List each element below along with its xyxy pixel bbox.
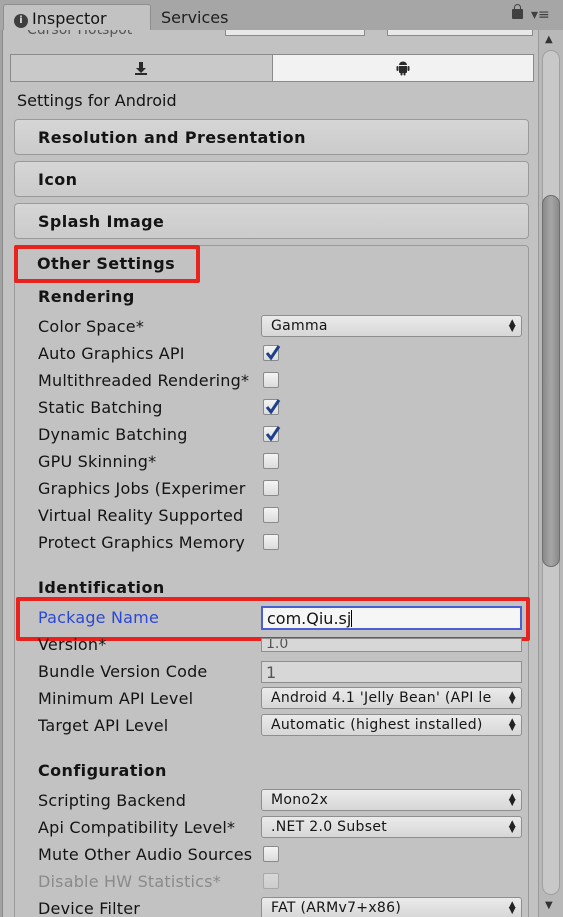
api-compatibility-level-value: .NET 2.0 Subset	[271, 819, 388, 835]
color-space-value: Gamma	[271, 318, 328, 334]
version-input[interactable]: 1.0	[261, 638, 522, 652]
api-compatibility-level-label: Api Compatibility Level*	[38, 818, 236, 837]
settings-for-label: Settings for Android	[17, 91, 177, 110]
color-space-label: Color Space*	[38, 317, 145, 336]
vr-supported-checkbox[interactable]	[263, 507, 279, 523]
version-value: 1.0	[266, 638, 289, 652]
target-api-level-dropdown[interactable]: Automatic (highest installed) ▲ ▼	[261, 714, 522, 736]
highlight-other-settings	[14, 245, 200, 283]
cursor-hotspot-y-field[interactable]	[387, 30, 533, 36]
info-icon: i	[14, 14, 28, 28]
vr-supported-label: Virtual Reality Supported	[38, 506, 244, 525]
foldout-icon[interactable]: Icon	[14, 161, 529, 197]
dropdown-arrows-icon: ▲ ▼	[508, 318, 516, 334]
mute-other-audio-checkbox[interactable]	[263, 846, 279, 862]
scrollbar-thumb[interactable]	[542, 195, 560, 567]
tab-inspector[interactable]: i Inspector	[3, 4, 151, 30]
tab-inspector-label: Inspector	[32, 9, 107, 28]
version-label: Version*	[38, 635, 107, 651]
window-menu-icon[interactable]: ▾≡	[531, 7, 550, 23]
configuration-heading: Configuration	[38, 761, 167, 780]
api-compatibility-level-dropdown[interactable]: .NET 2.0 Subset ▲ ▼	[261, 816, 522, 838]
mute-other-audio-label: Mute Other Audio Sources	[38, 845, 253, 864]
window-tab-bar: i Inspector Services ▾≡	[0, 0, 563, 30]
checkmark-icon	[265, 426, 281, 442]
minimum-api-level-label: Minimum API Level	[38, 689, 194, 708]
multithreaded-rendering-checkbox[interactable]	[263, 372, 279, 388]
dropdown-arrows-icon: ▲ ▼	[508, 819, 516, 835]
bundle-version-code-value: 1	[266, 663, 277, 682]
inspector-panel: Cursor Hotspot Settings for Android Reso…	[2, 30, 538, 917]
vertical-scrollbar[interactable]: ▲ ▼	[538, 30, 563, 917]
disable-hw-statistics-checkbox[interactable]	[263, 873, 279, 889]
foldout-resolution[interactable]: Resolution and Presentation	[14, 119, 529, 155]
cursor-hotspot-label: Cursor Hotspot	[27, 30, 133, 38]
dropdown-arrows-icon: ▲ ▼	[508, 690, 516, 706]
scripting-backend-dropdown[interactable]: Mono2x ▲ ▼	[261, 789, 522, 811]
bundle-version-code-input[interactable]: 1	[261, 661, 522, 683]
checkmark-icon	[265, 345, 281, 361]
bundle-version-code-label: Bundle Version Code	[38, 662, 208, 681]
color-space-dropdown[interactable]: Gamma ▲ ▼	[261, 315, 522, 337]
scroll-up-arrow-icon[interactable]: ▲	[545, 34, 553, 45]
auto-graphics-api-checkbox[interactable]	[263, 345, 281, 361]
disable-hw-statistics-label: Disable HW Statistics*	[38, 872, 221, 891]
foldout-splash-image[interactable]: Splash Image	[14, 203, 529, 239]
static-batching-checkbox[interactable]	[263, 399, 281, 415]
scripting-backend-label: Scripting Backend	[38, 791, 187, 810]
device-filter-label: Device Filter	[38, 899, 141, 917]
tab-standalone[interactable]	[11, 55, 273, 81]
platform-tabs	[10, 54, 534, 82]
static-batching-label: Static Batching	[38, 398, 163, 417]
auto-graphics-api-label: Auto Graphics API	[38, 344, 185, 363]
scroll-down-arrow-icon[interactable]: ▼	[545, 900, 553, 911]
gpu-skinning-label: GPU Skinning*	[38, 452, 157, 471]
dropdown-arrows-icon: ▲ ▼	[508, 900, 516, 916]
tab-services[interactable]: Services	[151, 4, 281, 30]
tab-services-label: Services	[161, 8, 229, 27]
minimum-api-level-value: Android 4.1 'Jelly Bean' (API le	[271, 690, 492, 706]
dynamic-batching-label: Dynamic Batching	[38, 425, 188, 444]
rendering-heading: Rendering	[38, 287, 135, 306]
gpu-skinning-checkbox[interactable]	[263, 453, 279, 469]
device-filter-value: FAT (ARMv7+x86)	[271, 900, 402, 916]
cursor-hotspot-x-field[interactable]	[225, 30, 365, 36]
identification-heading: Identification	[38, 578, 165, 597]
multithreaded-rendering-label: Multithreaded Rendering*	[38, 371, 250, 390]
device-filter-dropdown[interactable]: FAT (ARMv7+x86) ▲ ▼	[261, 897, 522, 917]
graphics-jobs-checkbox[interactable]	[263, 480, 279, 496]
checkmark-icon	[265, 399, 281, 415]
protect-graphics-memory-label: Protect Graphics Memory	[38, 533, 246, 552]
protect-graphics-memory-checkbox[interactable]	[263, 534, 279, 550]
tab-android[interactable]	[272, 55, 533, 81]
android-icon	[396, 61, 410, 76]
scripting-backend-value: Mono2x	[271, 792, 329, 808]
graphics-jobs-label: Graphics Jobs (Experimer	[38, 479, 246, 498]
lock-icon[interactable]	[512, 4, 523, 19]
dropdown-arrows-icon: ▲ ▼	[508, 717, 516, 733]
minimum-api-level-dropdown[interactable]: Android 4.1 'Jelly Bean' (API le ▲ ▼	[261, 687, 522, 709]
target-api-level-value: Automatic (highest installed)	[271, 717, 483, 733]
dynamic-batching-checkbox[interactable]	[263, 426, 281, 442]
dropdown-arrows-icon: ▲ ▼	[508, 792, 516, 808]
target-api-level-label: Target API Level	[38, 716, 169, 735]
download-icon	[135, 62, 148, 75]
